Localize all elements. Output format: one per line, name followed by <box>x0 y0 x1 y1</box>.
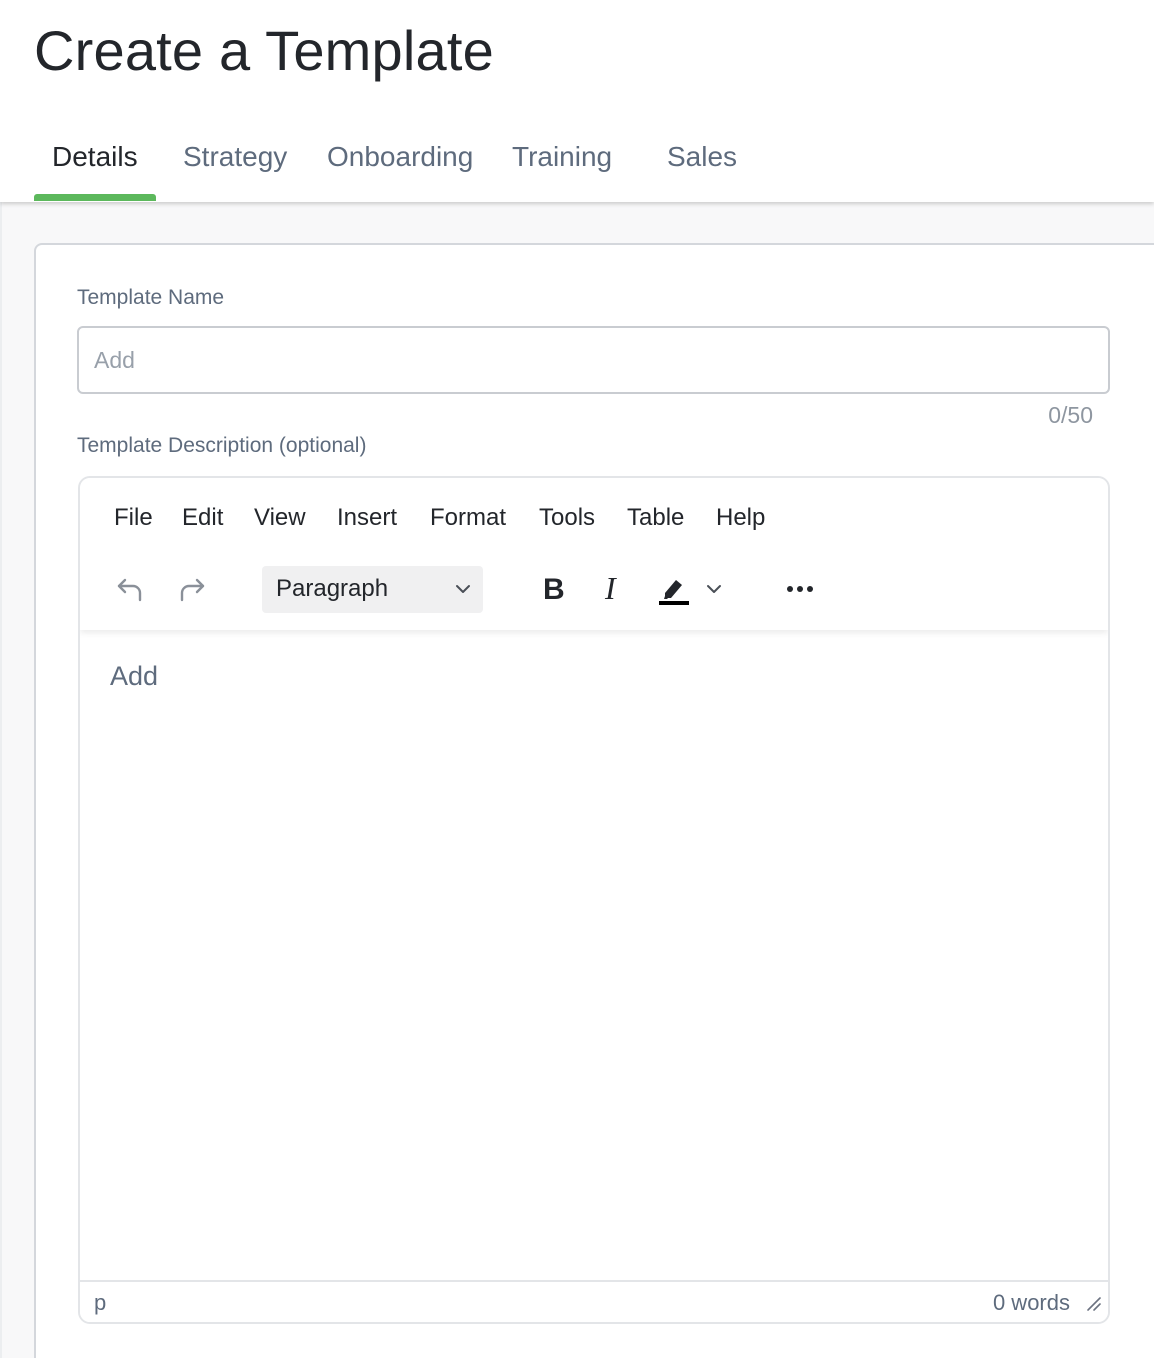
chevron-down-icon <box>456 585 470 593</box>
italic-button[interactable]: I <box>592 566 634 612</box>
menu-tools[interactable]: Tools <box>539 504 595 532</box>
rich-text-editor: File Edit View Insert Format Tools Table… <box>78 476 1110 1324</box>
highlight-color-button[interactable] <box>652 566 694 612</box>
undo-button[interactable] <box>108 566 152 612</box>
highlight-dropdown-button[interactable] <box>700 566 728 612</box>
menu-view[interactable]: View <box>254 504 306 532</box>
block-format-select[interactable]: Paragraph <box>262 566 483 613</box>
redo-icon <box>180 578 205 602</box>
tab-sales[interactable]: Sales <box>667 138 737 202</box>
menu-help[interactable]: Help <box>716 504 765 532</box>
character-counter: 0/50 <box>1048 402 1093 428</box>
redo-button[interactable] <box>170 566 214 612</box>
tab-strategy[interactable]: Strategy <box>183 138 287 202</box>
more-tools-button[interactable] <box>778 566 822 612</box>
template-description-label: Template Description (optional) <box>77 434 367 457</box>
italic-icon: I <box>604 573 617 605</box>
tab-training[interactable]: Training <box>512 138 612 202</box>
editor-statusbar: p 0 words <box>80 1280 1108 1322</box>
bold-icon: B <box>543 574 565 604</box>
word-count[interactable]: 0 words <box>993 1290 1070 1316</box>
menu-file[interactable]: File <box>114 504 153 532</box>
editor-header: File Edit View Insert Format Tools Table… <box>80 478 1108 630</box>
tab-details[interactable]: Details <box>52 138 138 202</box>
chevron-down-icon <box>707 585 721 593</box>
editor-placeholder: Add <box>110 661 159 691</box>
page-left-edge <box>0 202 2 1358</box>
highlight-icon <box>659 580 689 605</box>
active-tab-indicator <box>34 194 156 201</box>
template-name-input[interactable] <box>77 326 1110 394</box>
resize-handle-icon[interactable] <box>1086 1296 1102 1312</box>
element-path[interactable]: p <box>94 1290 106 1316</box>
tab-onboarding[interactable]: Onboarding <box>327 138 473 202</box>
svg-text:I: I <box>604 573 617 605</box>
menu-edit[interactable]: Edit <box>182 504 223 532</box>
page-title: Create a Template <box>34 19 494 82</box>
menu-insert[interactable]: Insert <box>337 504 397 532</box>
menu-table[interactable]: Table <box>627 504 684 532</box>
bold-button[interactable]: B <box>532 566 574 612</box>
template-name-label: Template Name <box>77 286 225 309</box>
tab-bar: Details Strategy Onboarding Training Sal… <box>0 138 1154 202</box>
undo-icon <box>117 578 142 602</box>
svg-text:B: B <box>543 574 565 604</box>
block-format-value: Paragraph <box>276 575 389 602</box>
menu-format[interactable]: Format <box>430 504 506 532</box>
more-icon <box>787 586 813 592</box>
editor-content-area[interactable]: Add <box>80 630 1108 1280</box>
page-header: Create a Template Details Strategy Onboa… <box>0 0 1154 202</box>
